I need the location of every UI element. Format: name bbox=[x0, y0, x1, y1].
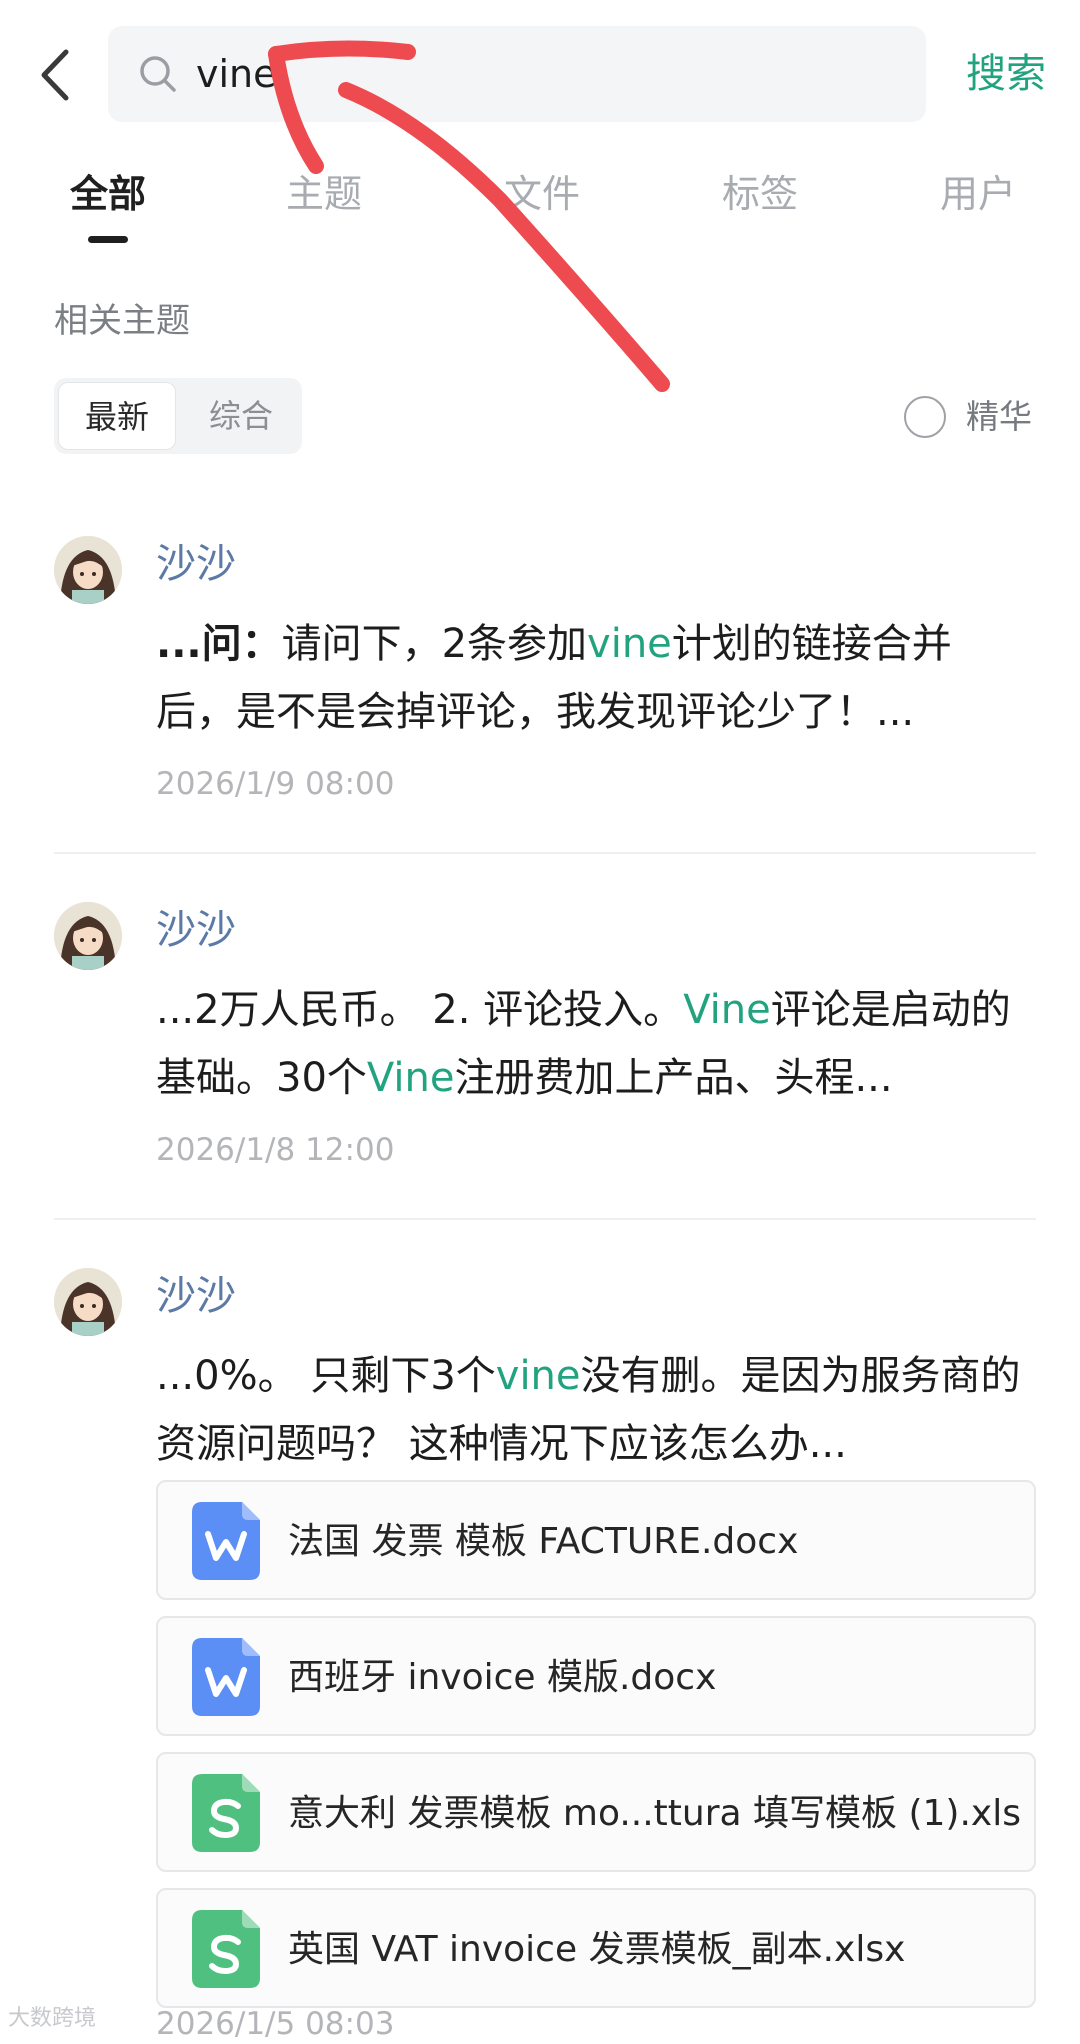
sort-segmented-control: 最新 综合 bbox=[54, 378, 302, 454]
back-icon[interactable] bbox=[36, 44, 76, 106]
post-date: 2026/1/9 08:00 bbox=[156, 766, 395, 802]
tab-files[interactable]: 文件 bbox=[504, 168, 580, 220]
tab-users[interactable]: 用户 bbox=[940, 168, 1016, 220]
sort-latest-button[interactable]: 最新 bbox=[58, 382, 176, 450]
post-author[interactable]: 沙沙 bbox=[156, 902, 236, 958]
sheet-icon bbox=[192, 1910, 260, 1988]
category-tabs: 全部 主题 文件 标签 用户 bbox=[0, 168, 1080, 248]
search-input[interactable]: vine bbox=[108, 26, 926, 122]
keyword-highlight: vine bbox=[587, 621, 672, 667]
sort-comprehensive-button[interactable]: 综合 bbox=[182, 382, 300, 450]
essence-label: 精华 bbox=[966, 397, 1032, 436]
content-text: 请问下，2条参加 bbox=[281, 621, 588, 667]
content-text: ...问： bbox=[156, 621, 282, 667]
essence-radio[interactable] bbox=[904, 396, 946, 438]
tab-topics[interactable]: 主题 bbox=[286, 168, 362, 220]
file-attachment[interactable]: 意大利 发票模板 mo...ttura 填写模板 (1).xls bbox=[156, 1752, 1036, 1872]
file-attachment[interactable]: 英国 VAT invoice 发票模板_副本.xlsx bbox=[156, 1888, 1036, 2008]
post-date: 2026/1/8 12:00 bbox=[156, 1132, 395, 1168]
keyword-highlight: Vine bbox=[683, 987, 771, 1033]
file-name: 意大利 发票模板 mo...ttura 填写模板 (1).xls bbox=[288, 1793, 1021, 1834]
content-text: ...0%。 只剩下3个 bbox=[156, 1353, 496, 1399]
section-title: 相关主题 bbox=[54, 301, 190, 341]
post-content[interactable]: ...问：请问下，2条参加vine计划的链接合并后，是不是会掉评论，我发现评论少… bbox=[156, 610, 1026, 746]
post-content[interactable]: ...0%。 只剩下3个vine没有删。是因为服务商的资源问题吗？ 这种情况下应… bbox=[156, 1342, 1026, 1478]
post-author[interactable]: 沙沙 bbox=[156, 1268, 236, 1324]
avatar[interactable] bbox=[54, 902, 122, 970]
keyword-highlight: vine bbox=[495, 1353, 581, 1399]
file-name: 英国 VAT invoice 发票模板_副本.xlsx bbox=[288, 1929, 906, 1970]
avatar[interactable] bbox=[54, 536, 122, 604]
content-text: 注册费加上产品、头程... bbox=[454, 1055, 893, 1101]
sheet-icon bbox=[192, 1774, 260, 1852]
content-text: ...2万人民币。 2. 评论投入。 bbox=[156, 987, 684, 1033]
post-author[interactable]: 沙沙 bbox=[156, 536, 236, 592]
file-name: 西班牙 invoice 模版.docx bbox=[288, 1657, 717, 1698]
active-tab-indicator bbox=[88, 236, 128, 243]
word-icon bbox=[192, 1638, 260, 1716]
top-bar: vine 搜索 bbox=[0, 0, 1080, 150]
file-name: 法国 发票 模板 FACTURE.docx bbox=[288, 1521, 799, 1562]
divider bbox=[54, 1218, 1036, 1220]
divider bbox=[54, 852, 1036, 854]
post-content[interactable]: ...2万人民币。 2. 评论投入。Vine评论是启动的基础。30个Vine注册… bbox=[156, 976, 1026, 1112]
word-icon bbox=[192, 1502, 260, 1580]
search-query[interactable]: vine bbox=[196, 50, 277, 98]
post-date: 2026/1/5 08:03 bbox=[156, 2006, 395, 2042]
tab-tags[interactable]: 标签 bbox=[722, 168, 798, 220]
file-attachment[interactable]: 法国 发票 模板 FACTURE.docx bbox=[156, 1480, 1036, 1600]
tab-all[interactable]: 全部 bbox=[70, 168, 146, 220]
file-attachment[interactable]: 西班牙 invoice 模版.docx bbox=[156, 1616, 1036, 1736]
keyword-highlight: Vine bbox=[366, 1055, 455, 1101]
search-icon bbox=[138, 54, 178, 94]
avatar[interactable] bbox=[54, 1268, 122, 1336]
watermark: 大数跨境 bbox=[8, 2006, 97, 2031]
search-button[interactable]: 搜索 bbox=[966, 48, 1046, 100]
